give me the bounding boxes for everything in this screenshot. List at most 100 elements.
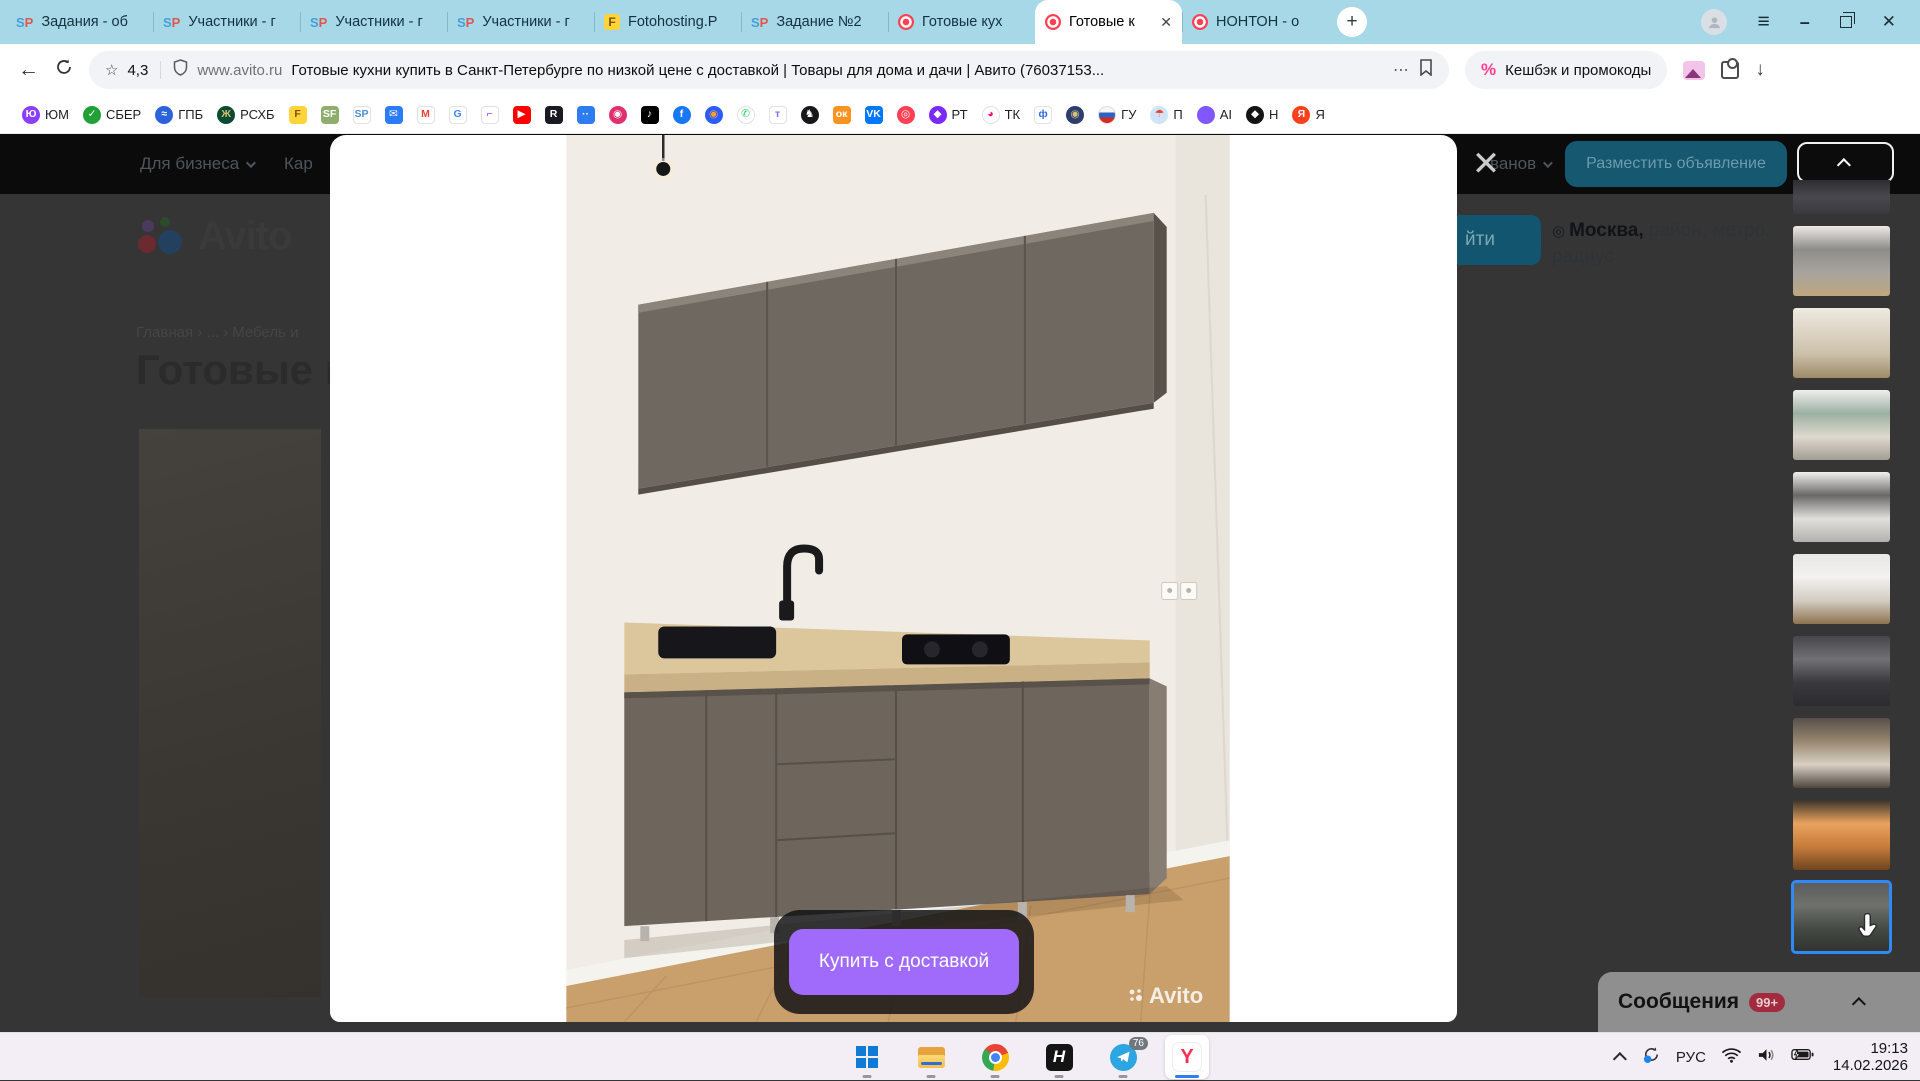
start-button[interactable] — [845, 1035, 889, 1079]
bookmark-mailru[interactable]: ·· — [576, 105, 595, 124]
breadcrumb[interactable]: Главная › ... › Мебель и — [136, 324, 298, 341]
listing-page-title: Готовые к — [136, 346, 346, 393]
tab-avito-active[interactable]: Готовые к ✕ — [1035, 0, 1182, 44]
new-tab-button[interactable]: + — [1337, 7, 1367, 37]
nav-career[interactable]: Кар — [284, 154, 313, 174]
bookmark-mail-blue[interactable]: ✉ — [384, 105, 403, 124]
bookmark-n-star[interactable]: ◆ Н — [1246, 105, 1278, 124]
bookmark-rshb[interactable]: Ж РСХБ — [217, 105, 275, 124]
language-indicator[interactable]: РУС — [1676, 1049, 1706, 1066]
tab-avito-1[interactable]: Готовые кух — [888, 0, 1035, 44]
nav-for-business[interactable]: Для бизнеса — [140, 154, 257, 174]
buy-with-delivery-button[interactable]: Купить с доставкой — [789, 929, 1019, 995]
gallery-thumbnail-4[interactable] — [1793, 390, 1890, 460]
back-icon[interactable]: ← — [18, 58, 39, 82]
profile-avatar[interactable] — [1701, 9, 1728, 35]
screenshot-extension-icon[interactable] — [1683, 60, 1706, 80]
gallery-thumbnail-3[interactable] — [1793, 308, 1890, 378]
rating-star-icon[interactable]: ☆ — [105, 61, 118, 79]
tab-members-3[interactable]: S P Участники - г — [447, 0, 594, 44]
bookmark-rt[interactable]: ◆ РТ — [928, 105, 968, 124]
bookmark-gazprombank[interactable]: ≈ ГПБ — [155, 105, 203, 124]
chrome-icon[interactable] — [973, 1035, 1017, 1079]
tab-close-icon[interactable]: ✕ — [1158, 14, 1172, 31]
tab-members-1[interactable]: S P Участники - г — [153, 0, 300, 44]
bookmark-gmail[interactable]: M — [416, 105, 435, 124]
taskbar-clock[interactable]: 19:13 14.02.2026 — [1833, 1040, 1908, 1074]
bookmark-tk[interactable]: ◕ ТК — [981, 105, 1020, 124]
bookmark-avito-red[interactable]: ◎ — [896, 105, 915, 124]
bookmark-whatsapp[interactable]: ✆ — [736, 105, 755, 124]
bookmark-rutube[interactable]: R — [544, 105, 563, 124]
bookmark-google[interactable]: G — [448, 105, 467, 124]
file-explorer-icon[interactable] — [909, 1035, 953, 1079]
lightbox-close-icon[interactable]: ✕ — [1464, 142, 1508, 186]
bookmark-youtube[interactable]: ▶ — [512, 105, 531, 124]
bookmark-twitch[interactable]: ⌐ — [480, 105, 499, 124]
url-domain[interactable]: www.avito.ru — [197, 62, 282, 79]
tray-overflow-icon[interactable] — [1612, 1052, 1627, 1067]
yandex-browser-icon[interactable]: Y — [1165, 1035, 1209, 1079]
bookmark-flag-icon[interactable] — [1419, 59, 1433, 81]
bookmark-sf[interactable]: SF — [320, 105, 339, 124]
gallery-thumbnail-9[interactable] — [1793, 800, 1890, 870]
h-app-icon[interactable]: H — [1037, 1035, 1081, 1079]
omnibox-more-icon[interactable]: ⋯ — [1393, 60, 1410, 80]
bookmark-umbrella-p[interactable]: ☂ П — [1150, 105, 1183, 124]
gallery-thumbnail-2[interactable] — [1793, 226, 1890, 296]
volume-icon[interactable] — [1757, 1047, 1776, 1068]
gallery-thumbnail-8[interactable] — [1793, 718, 1890, 788]
restore-icon[interactable] — [1839, 12, 1855, 28]
bookmark-emblem[interactable]: ◉ — [1066, 105, 1085, 124]
bookmark-fotohosting[interactable]: F — [288, 105, 307, 124]
messages-panel[interactable]: Сообщения 99+ — [1598, 972, 1920, 1032]
wifi-icon[interactable] — [1721, 1047, 1742, 1068]
minimize-icon[interactable]: – — [1800, 12, 1810, 33]
tab-title: Участники - г — [482, 14, 570, 30]
bookmark-t-letter[interactable]: т — [768, 105, 787, 124]
gallery-thumbnail-6[interactable] — [1793, 554, 1890, 624]
bookmark-vk[interactable]: VK — [864, 105, 883, 124]
bookmark-odnoklassniki[interactable]: ок — [832, 105, 851, 124]
reload-icon[interactable] — [55, 58, 73, 82]
sync-icon[interactable] — [1642, 1045, 1661, 1069]
gallery-thumbnail-7[interactable] — [1793, 636, 1890, 706]
bookmark-sp[interactable]: SP — [352, 105, 371, 124]
battery-icon[interactable] — [1791, 1048, 1814, 1066]
chevron-up-icon[interactable] — [1851, 997, 1866, 1012]
tab-tasks[interactable]: S P Задания - об — [6, 0, 153, 44]
gallery-thumbnail-5[interactable] — [1793, 472, 1890, 542]
tab-task-2[interactable]: S P Задание №2 — [741, 0, 888, 44]
gallery-thumbnail-1[interactable] — [1793, 180, 1890, 214]
collapse-panel-button[interactable] — [1797, 142, 1894, 183]
browser-menu-icon[interactable]: ≡ — [1757, 10, 1769, 34]
address-bar[interactable]: ☆ 4,3 www.avito.ru Готовые кухни купить … — [89, 51, 1449, 89]
bookmark-bird-black[interactable]: ♞ — [800, 105, 819, 124]
tab-title: Готовые кух — [922, 14, 1003, 30]
tab-members-2[interactable]: S P Участники - г — [300, 0, 447, 44]
bookmark-gosuslugi[interactable]: ГУ — [1098, 105, 1136, 124]
avito-logo[interactable]: Avito — [136, 214, 293, 259]
close-window-icon[interactable]: ✕ — [1882, 12, 1896, 32]
location-selector[interactable]: ◎ Москва, район, метро, радиус — [1552, 218, 1804, 269]
cashback-button[interactable]: % Кешбэк и промокоды — [1465, 51, 1668, 89]
bookmark-yandex[interactable]: ЯЯ — [1292, 105, 1325, 124]
downloads-icon[interactable]: ↓ — [1755, 59, 1765, 81]
kitchen-photo[interactable] — [566, 135, 1230, 1022]
search-submit-button[interactable]: йти — [1457, 215, 1541, 265]
telegram-icon[interactable]: 76 — [1101, 1035, 1148, 1079]
bookmark-f-multicolor[interactable]: ф — [1034, 105, 1053, 124]
windows-taskbar: H 76 Y РУС 19:13 14.02.2026 — [0, 1032, 1920, 1080]
extensions-icon[interactable] — [1721, 58, 1740, 79]
bookmark-sber[interactable]: ✓ СБЕР — [82, 105, 141, 124]
shield-icon[interactable] — [173, 59, 188, 81]
bookmark-app-blue[interactable]: ◉ — [704, 105, 723, 124]
bookmark-tiktok[interactable]: ♪ — [640, 105, 659, 124]
bookmark-yoomoney[interactable]: Ю ЮМ — [22, 105, 69, 124]
post-ad-button[interactable]: Разместить объявление — [1565, 141, 1787, 187]
bookmark-instagram[interactable]: ◉ — [608, 105, 627, 124]
tab-nonton[interactable]: НОНТОН - о — [1182, 0, 1329, 44]
bookmark-facebook[interactable]: f — [672, 105, 691, 124]
tab-fotohosting[interactable]: F Fotohosting.Р — [594, 0, 741, 44]
bookmark-ai[interactable]: AI — [1196, 105, 1232, 124]
